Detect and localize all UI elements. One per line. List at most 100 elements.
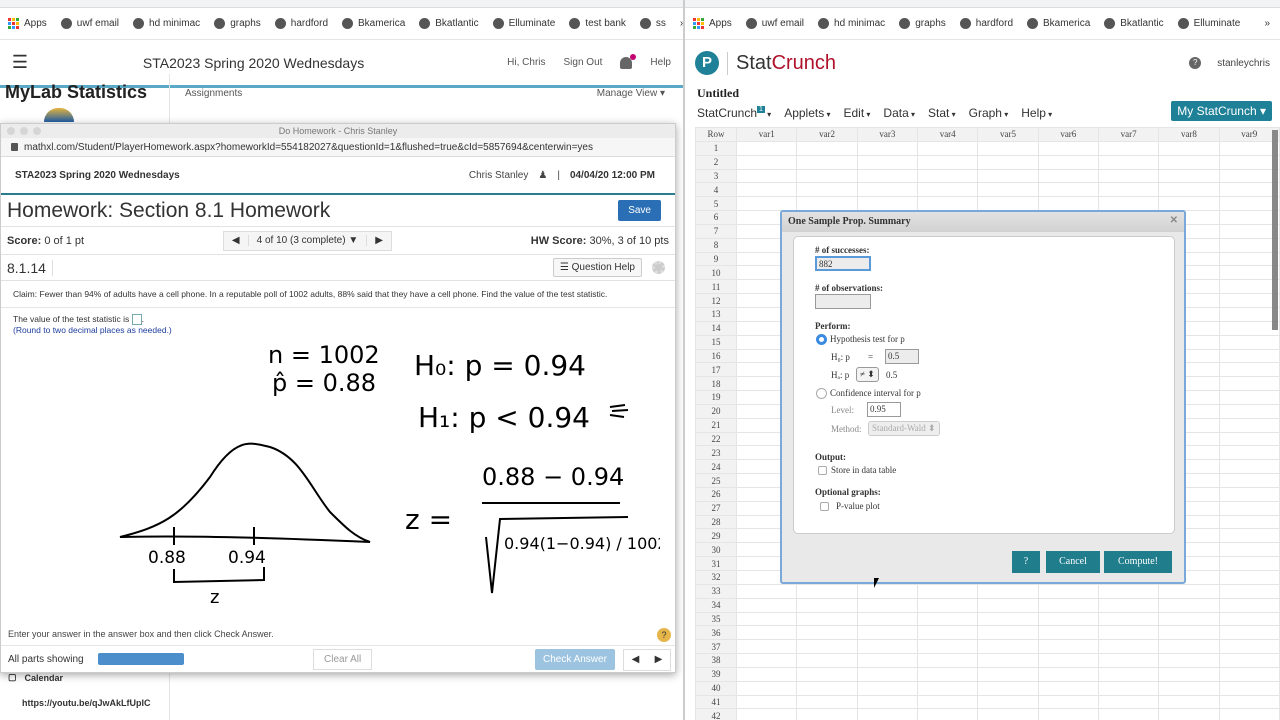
data-cell[interactable] — [796, 680, 858, 696]
data-cell[interactable] — [1218, 694, 1280, 710]
row-number[interactable]: 40 — [694, 680, 738, 696]
row-number[interactable]: 22 — [694, 431, 738, 447]
data-cell[interactable] — [736, 597, 798, 613]
row-number[interactable]: 27 — [694, 500, 738, 516]
bookmark-bkatlantic[interactable]: Bkatlantic — [419, 18, 479, 29]
data-cell[interactable] — [1097, 583, 1160, 599]
bookmark-graphs[interactable]: graphs — [899, 18, 946, 29]
data-cell[interactable] — [917, 196, 979, 212]
clear-all-button[interactable]: Clear All — [313, 649, 373, 670]
data-cell[interactable] — [1097, 625, 1160, 641]
data-cell[interactable] — [1218, 293, 1280, 308]
successes-input[interactable]: 882 — [815, 256, 871, 271]
sign-out-link[interactable]: Sign Out — [564, 57, 603, 68]
data-cell[interactable] — [736, 168, 798, 184]
data-cell[interactable] — [1037, 583, 1099, 599]
menu-applets[interactable]: Applets ▾ — [784, 106, 830, 120]
bookmark-bkatlantic[interactable]: Bkatlantic — [1104, 18, 1164, 29]
answer-input[interactable] — [131, 314, 142, 326]
data-cell[interactable] — [977, 639, 1039, 655]
row-number[interactable]: 3 — [694, 168, 738, 184]
row-number[interactable]: 23 — [694, 445, 738, 461]
data-cell[interactable] — [1097, 140, 1160, 156]
column-header[interactable]: var1 — [736, 127, 798, 142]
data-cell[interactable] — [856, 639, 919, 655]
bookmark-apps[interactable]: Apps — [8, 18, 47, 29]
data-cell[interactable] — [1158, 708, 1220, 720]
row-number[interactable]: 32 — [694, 570, 738, 585]
bookmark-bkamerica[interactable]: Bkamerica — [342, 18, 405, 29]
data-cell[interactable] — [1218, 154, 1280, 170]
data-cell[interactable] — [1158, 694, 1220, 710]
data-cell[interactable] — [1037, 611, 1099, 627]
zoom-window-button[interactable] — [33, 127, 41, 135]
row-number[interactable]: 4 — [694, 182, 738, 198]
data-cell[interactable] — [1158, 611, 1220, 627]
close-window-button[interactable] — [7, 127, 15, 135]
data-cell[interactable] — [917, 653, 979, 668]
data-cell[interactable] — [977, 583, 1039, 599]
help-link[interactable]: Help — [650, 57, 671, 68]
bookmark-hardford[interactable]: hardford — [274, 18, 328, 29]
data-cell[interactable] — [1097, 182, 1160, 198]
data-cell[interactable] — [917, 680, 979, 696]
dialog-titlebar[interactable]: One Sample Prop. Summary ✕ — [782, 212, 1184, 232]
data-cell[interactable] — [736, 140, 798, 156]
method-select[interactable]: Standard-Wald ⬍ — [868, 421, 940, 436]
data-cell[interactable] — [977, 196, 1039, 212]
question-selector[interactable]: 4 of 10 (3 complete) ▼ — [249, 235, 367, 246]
data-cell[interactable] — [856, 611, 919, 627]
data-cell[interactable] — [1218, 168, 1280, 184]
data-cell[interactable] — [1218, 639, 1280, 655]
data-cell[interactable] — [917, 694, 979, 710]
row-number[interactable]: 20 — [694, 403, 738, 419]
data-cell[interactable] — [1218, 486, 1280, 502]
row-number[interactable]: 41 — [694, 694, 738, 710]
bookmark-uwf-email[interactable]: uwf email — [60, 18, 119, 29]
data-cell[interactable] — [736, 182, 798, 198]
data-cell[interactable] — [1218, 348, 1280, 364]
data-cell[interactable] — [1218, 583, 1280, 599]
row-number[interactable]: 24 — [694, 459, 738, 475]
row-number[interactable]: 30 — [694, 542, 738, 558]
data-cell[interactable] — [796, 653, 858, 668]
bookmark-apps[interactable]: Apps — [693, 18, 732, 29]
data-cell[interactable] — [1037, 625, 1099, 641]
data-cell[interactable] — [1218, 334, 1280, 350]
data-cell[interactable] — [856, 653, 919, 668]
next-part-button[interactable]: ▶ — [647, 650, 670, 670]
next-question-button[interactable]: ▶ — [366, 235, 391, 246]
row-number[interactable]: 12 — [694, 293, 738, 308]
data-cell[interactable] — [1158, 666, 1220, 682]
row-number[interactable]: 11 — [694, 279, 738, 295]
data-cell[interactable] — [1097, 154, 1160, 170]
bookmark-elluminate[interactable]: Elluminate — [1177, 18, 1240, 29]
data-cell[interactable] — [736, 154, 798, 170]
row-number[interactable]: 38 — [694, 653, 738, 668]
sidebar-link-youtube[interactable]: https://youtu.be/qJwAkLfUpIC — [22, 698, 151, 708]
data-cell[interactable] — [1218, 611, 1280, 627]
bookmark-hardford[interactable]: hardford — [959, 18, 1013, 29]
data-cell[interactable] — [1037, 694, 1099, 710]
bookmark-uwf-email[interactable]: uwf email — [745, 18, 804, 29]
data-cell[interactable] — [1218, 528, 1280, 544]
data-cell[interactable] — [1037, 680, 1099, 696]
sidebar-item-calendar[interactable]: ▢ Calendar — [8, 672, 63, 683]
data-cell[interactable] — [736, 694, 798, 710]
column-header[interactable]: var4 — [917, 127, 979, 142]
data-cell[interactable] — [1218, 556, 1280, 571]
column-header[interactable]: var8 — [1158, 127, 1220, 142]
vertical-scrollbar[interactable] — [1272, 130, 1278, 330]
data-cell[interactable] — [796, 694, 858, 710]
row-number[interactable]: 28 — [694, 514, 738, 530]
data-cell[interactable] — [796, 168, 858, 184]
manage-view-dropdown[interactable]: Manage View ▾ — [597, 88, 665, 99]
data-cell[interactable] — [1218, 417, 1280, 433]
row-number[interactable]: 26 — [694, 486, 738, 502]
row-number[interactable]: 33 — [694, 583, 738, 599]
data-cell[interactable] — [1097, 168, 1160, 184]
row-number[interactable]: 15 — [694, 334, 738, 350]
column-header[interactable]: var7 — [1097, 127, 1160, 142]
data-cell[interactable] — [1158, 597, 1220, 613]
bookmark-ss[interactable]: ss — [639, 18, 666, 29]
